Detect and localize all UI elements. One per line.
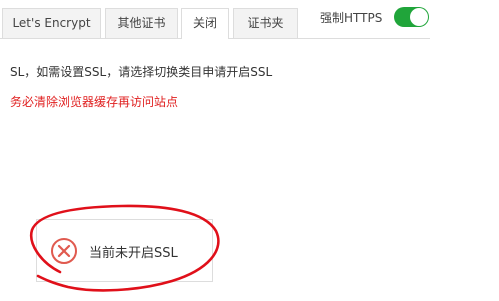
force-https-label: 强制HTTPS — [320, 11, 383, 25]
tab-close[interactable]: 关闭 — [181, 8, 229, 39]
toggle-knob — [410, 8, 428, 26]
close-circle-icon — [50, 237, 78, 265]
ssl-status-box: 当前未开启SSL — [36, 219, 213, 282]
ssl-info-text: SL，如需设置SSL，请选择切换类目申请开启SSL — [10, 65, 273, 79]
tab-letsencrypt[interactable]: Let's Encrypt — [2, 8, 101, 38]
tab-certificate-folder[interactable]: 证书夹 — [233, 8, 298, 38]
tab-other-certificate[interactable]: 其他证书 — [105, 8, 178, 38]
ssl-status-text: 当前未开启SSL — [89, 246, 178, 261]
cache-warning-text: 务必清除浏览器缓存再访问站点 — [10, 95, 179, 109]
force-https-toggle[interactable] — [394, 7, 429, 27]
